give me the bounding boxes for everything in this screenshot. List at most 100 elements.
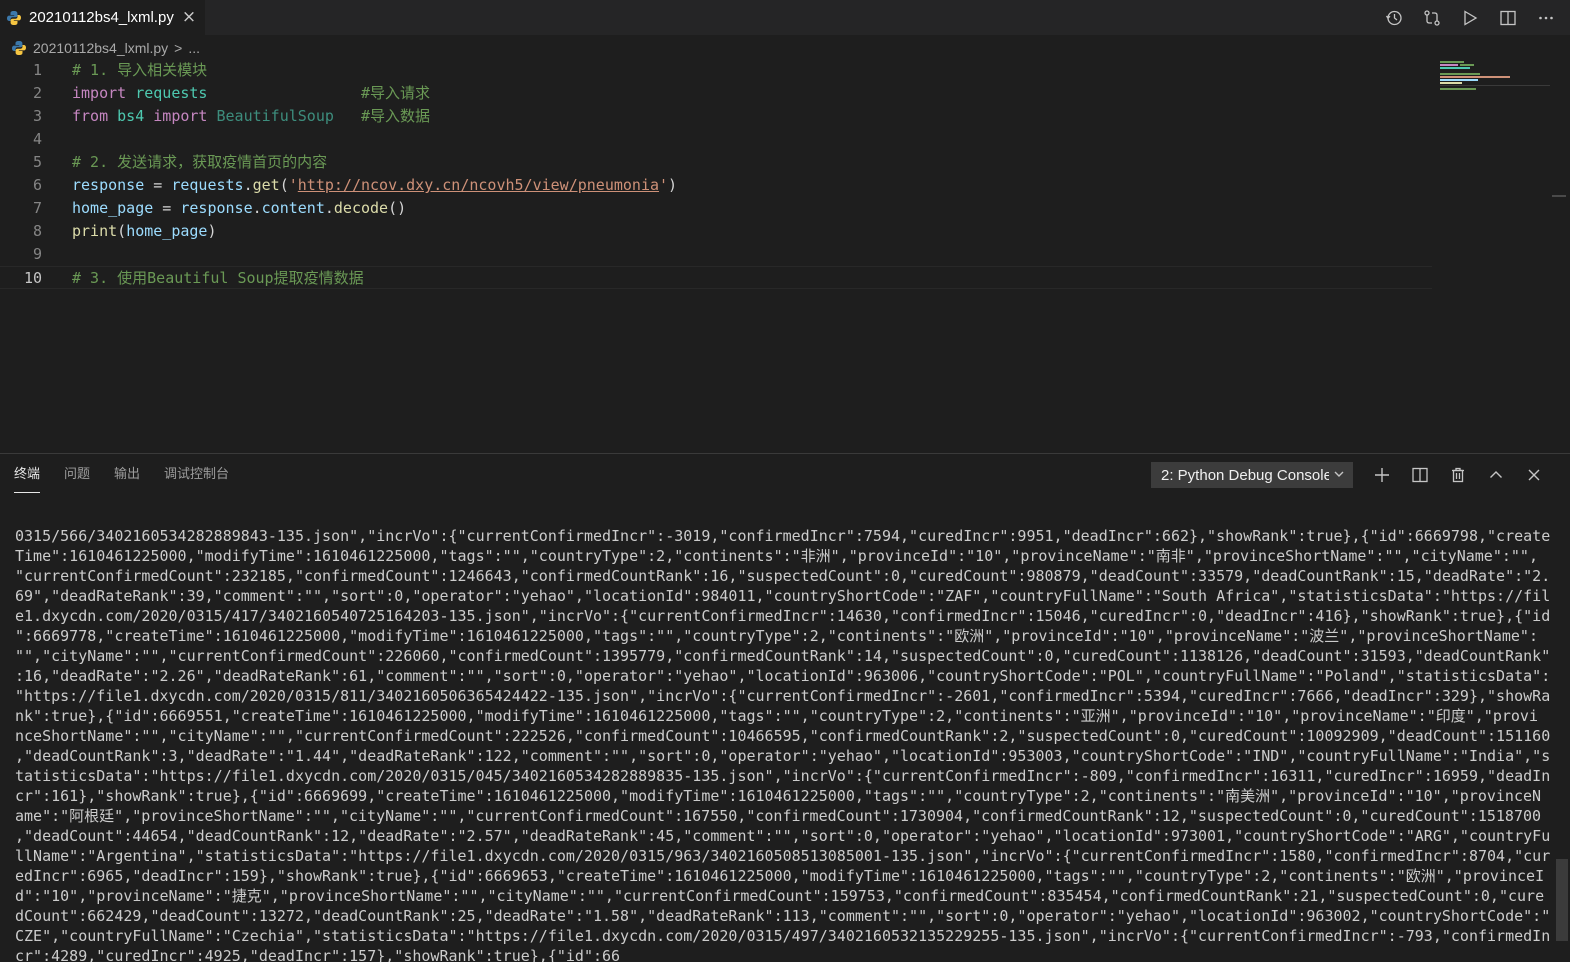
line-number: 6 <box>32 176 42 194</box>
maximize-panel-icon[interactable] <box>1486 465 1506 485</box>
code-text: print(home_page) <box>72 220 217 243</box>
terminal-line: "","cityName":"","currentConfirmedCount"… <box>15 647 1550 665</box>
code-line[interactable]: 6 response = requests.get('http://ncov.dx… <box>0 174 1432 197</box>
line-number: 3 <box>32 107 42 125</box>
code-token: requests <box>135 84 208 102</box>
code-token: BeautifulSoup <box>216 107 334 125</box>
add-terminal-icon[interactable] <box>1372 465 1392 485</box>
terminal-line: ame":"阿根廷","provinceShortName":"","cityN… <box>15 807 1542 825</box>
code-line[interactable]: 7 home_page = response.content.decode() <box>0 197 1432 220</box>
code-text: import requests #导入请求 <box>72 82 430 105</box>
editor-scrollbar[interactable] <box>1552 59 1566 439</box>
code-token: ) <box>668 176 678 194</box>
python-file-icon <box>11 40 27 56</box>
code-token: ) <box>207 222 217 240</box>
code-text: from bs4 import BeautifulSoup #导入数据 <box>72 105 430 128</box>
code-token: print <box>72 222 118 240</box>
code-token: = <box>153 199 181 217</box>
code-token: ( <box>117 222 127 240</box>
terminal-line: CZE","countryFullName":"Czechia","statis… <box>15 927 1550 945</box>
history-icon[interactable] <box>1384 8 1404 28</box>
code-token: = <box>144 176 172 194</box>
code-token: get <box>252 176 280 194</box>
code-line[interactable]: 8 print(home_page) <box>0 220 1432 243</box>
line-number: 10 <box>23 269 42 287</box>
code-token: http://ncov.dxy.cn/ncovh5/view/pneumonia <box>297 176 660 194</box>
terminal-select[interactable]: 2: Python Debug Console <box>1151 462 1353 488</box>
tab-terminal[interactable]: 终端 <box>14 464 41 493</box>
line-number: 5 <box>32 153 42 171</box>
python-file-icon <box>6 10 22 26</box>
code-token: # 3. 使用Beautiful Soup提取疫情数据 <box>72 269 364 287</box>
code-token: # 2. 发送请求，获取疫情首页的内容 <box>72 153 328 171</box>
code-token: home_page <box>126 222 208 240</box>
tab-output[interactable]: 输出 <box>114 464 140 492</box>
code-line[interactable]: 2 import requests #导入请求 <box>0 82 1432 105</box>
tab-problems[interactable]: 问题 <box>64 464 90 492</box>
editor-tab-bar: 20210112bs4_lxml.py × <box>0 0 1570 35</box>
code-token: import <box>153 107 208 125</box>
terminal-line: ,"deadCount":44654,"deadCountRank":12,"d… <box>15 827 1550 845</box>
code-token: home_page <box>72 199 154 217</box>
code-text: home_page = response.content.decode() <box>72 197 406 220</box>
breadcrumb: 20210112bs4_lxml.py > ... <box>0 36 200 60</box>
terminal-line: llName":"Argentina","statisticsData":"ht… <box>15 847 1550 865</box>
panel-tabs: 终端 问题 输出 调试控制台 <box>14 464 229 494</box>
code-line[interactable]: 9 <box>0 243 1432 266</box>
terminal-line: d":"10","provinceName":"捷克","provinceSho… <box>15 887 1545 905</box>
split-terminal-icon[interactable] <box>1410 465 1430 485</box>
compare-changes-icon[interactable] <box>1422 8 1442 28</box>
close-panel-icon[interactable] <box>1524 465 1544 485</box>
terminal-line: nceShortName":"","cityName":"","currentC… <box>15 727 1550 745</box>
chevron-down-icon <box>1333 467 1345 484</box>
code-line[interactable]: 10 # 3. 使用Beautiful Soup提取疫情数据 <box>0 266 1432 289</box>
code-token: bs4 <box>117 107 145 125</box>
code-editor[interactable]: 1 # 1. 导入相关模块 2 import requests #导入请求 3 from … <box>0 59 1432 439</box>
terminal-line: tatisticsData":"https://file1.dxycdn.com… <box>15 767 1550 785</box>
editor-tab[interactable]: 20210112bs4_lxml.py × <box>0 0 205 35</box>
split-editor-icon[interactable] <box>1498 8 1518 28</box>
line-number: 9 <box>32 245 42 263</box>
code-line[interactable]: 5 # 2. 发送请求，获取疫情首页的内容 <box>0 151 1432 174</box>
terminal-line: "currentConfirmedCount":232185,"confirme… <box>15 567 1550 585</box>
terminal-line: ,"deadCountRank":3,"deadRate":"1.44","de… <box>15 747 1550 765</box>
minimap[interactable] <box>1438 59 1550 439</box>
chevron-right-icon: > <box>174 40 183 56</box>
editor-scrollbar-thumb[interactable] <box>1552 59 1566 197</box>
code-token: #导入数据 <box>361 107 431 125</box>
code-text: response = requests.get('http://ncov.dxy… <box>72 174 677 197</box>
code-line[interactable]: 4 <box>0 128 1432 151</box>
terminal-select-value: 2: Python Debug Console <box>1161 466 1329 484</box>
code-text: # 2. 发送请求，获取疫情首页的内容 <box>72 151 327 174</box>
breadcrumb-file[interactable]: 20210112bs4_lxml.py <box>33 40 168 56</box>
close-tab-icon[interactable]: × <box>182 9 196 26</box>
breadcrumb-more[interactable]: ... <box>188 40 200 56</box>
terminal-line: cr":161},"showRank":true},{"id":6669699,… <box>15 787 1542 805</box>
terminal-line: 69","deadRateRank":39,"comment":"","sort… <box>15 587 1550 605</box>
line-number: 1 <box>32 61 42 79</box>
code-token: #导入请求 <box>361 84 431 102</box>
line-number: 4 <box>32 130 42 148</box>
tab-debug-console[interactable]: 调试控制台 <box>164 464 229 492</box>
terminal-line: ":6669778,"createTime":1610461225000,"mo… <box>15 627 1538 645</box>
trash-icon[interactable] <box>1448 465 1468 485</box>
run-icon[interactable] <box>1460 8 1480 28</box>
code-token: decode <box>333 199 389 217</box>
terminal-line: edIncr":6965,"deadIncr":159},"showRank":… <box>15 867 1545 885</box>
terminal-output[interactable]: 0315/566/3402160534282889843-135.json","… <box>15 526 1550 962</box>
code-text: # 3. 使用Beautiful Soup提取疫情数据 <box>72 267 364 290</box>
code-token: . <box>252 199 262 217</box>
code-token: # 1. 导入相关模块 <box>72 61 208 79</box>
code-line[interactable]: 3 from bs4 import BeautifulSoup #导入数据 <box>0 105 1432 128</box>
terminal-scrollbar-thumb[interactable] <box>1556 859 1568 941</box>
tab-title: 20210112bs4_lxml.py <box>29 9 174 26</box>
code-line[interactable]: 1 # 1. 导入相关模块 <box>0 59 1432 82</box>
bottom-panel: 终端 问题 输出 调试控制台 2: Python Debug Console 0… <box>0 453 1570 962</box>
more-icon[interactable] <box>1536 8 1556 28</box>
code-token: response <box>72 176 145 194</box>
code-token: . <box>324 199 334 217</box>
